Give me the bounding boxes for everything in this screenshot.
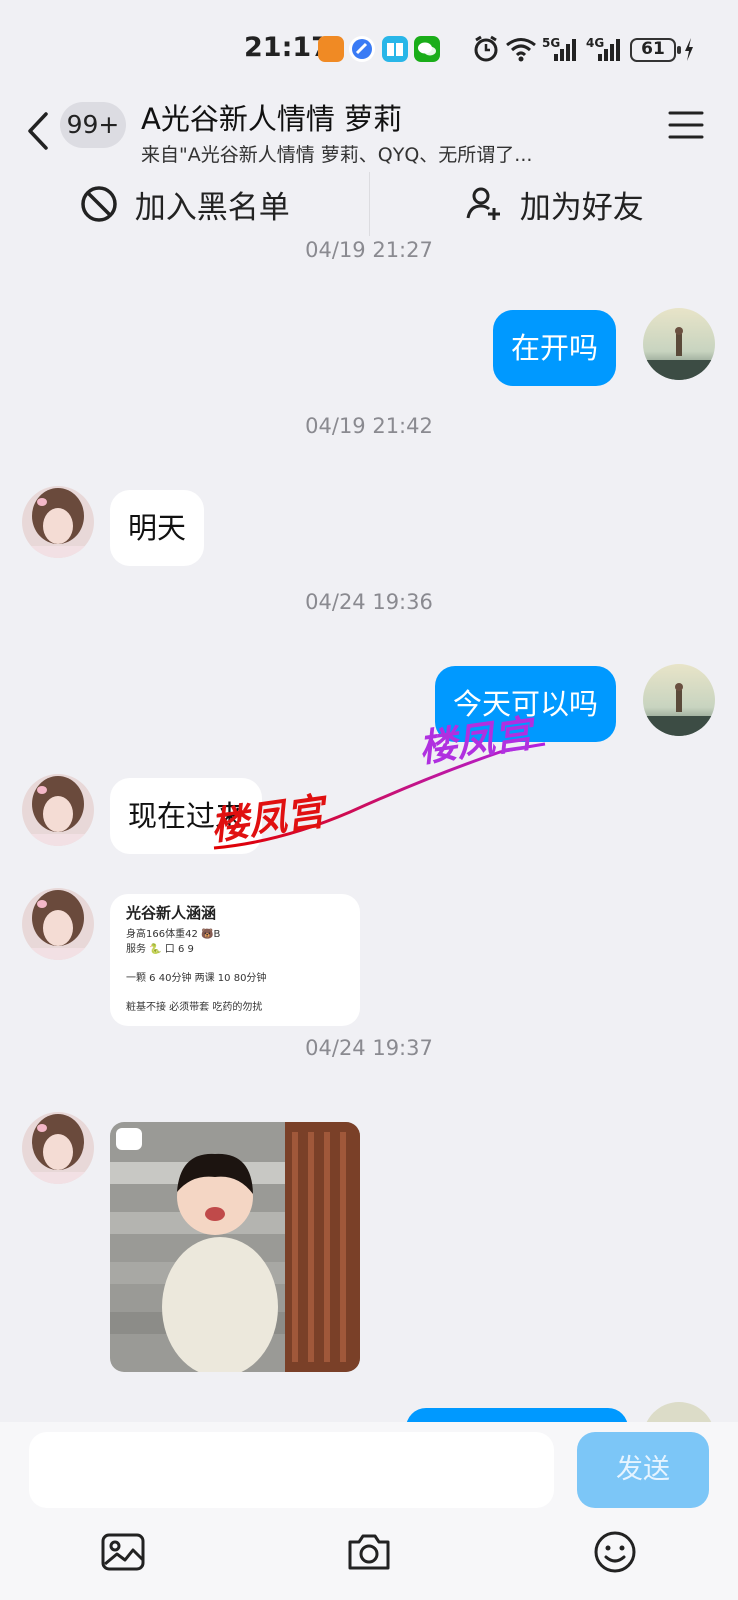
page-title: A光谷新人情情 萝莉 [141, 102, 403, 136]
stranger-action-bar: 加入黑名单 加为好友 [0, 172, 738, 236]
chat-message-list[interactable]: 04/19 21:27 在开吗 04/19 21:42 明天 04/24 19:… [0, 236, 738, 1422]
message-timestamp: 04/19 21:27 [305, 238, 433, 262]
contact-avatar[interactable] [22, 1112, 94, 1184]
battery-indicator: 61 [630, 38, 681, 62]
my-avatar[interactable] [643, 308, 715, 380]
message-input[interactable] [29, 1432, 554, 1508]
chevron-left-icon[interactable] [24, 108, 54, 154]
unread-badge[interactable]: 99+ [60, 102, 126, 148]
camera-icon[interactable] [345, 1528, 393, 1576]
wechat-notification-icon [414, 36, 440, 62]
contact-avatar[interactable] [22, 486, 94, 558]
emoji-icon[interactable] [591, 1528, 639, 1576]
app-notification-icon [318, 36, 344, 62]
photo-message[interactable] [110, 1122, 360, 1372]
card-line: 粧基不接 必须带套 吃药的勿扰 [126, 1002, 263, 1013]
charging-icon [685, 38, 693, 61]
message-bubble-sent-partial[interactable] [406, 1408, 628, 1422]
add-user-icon [466, 187, 500, 220]
alarm-icon [474, 35, 498, 62]
signal-4g-icon [598, 39, 620, 61]
send-button[interactable]: 发送 [577, 1432, 709, 1508]
my-avatar[interactable] [643, 1402, 715, 1422]
message-timestamp: 04/19 21:42 [305, 414, 433, 438]
add-friend-button-label: 加为好友 [519, 189, 644, 226]
card-line: 服务 🐍 口 6 9 [126, 944, 194, 955]
block-button-label: 加入黑名单 [134, 189, 290, 226]
chat-source-subtitle: 来自"A光谷新人情情 萝莉、QYQ、无所谓了... [141, 144, 533, 166]
image-icon[interactable] [99, 1528, 147, 1576]
chat-header: 99+ A光谷新人情情 萝莉 来自"A光谷新人情情 萝莉、QYQ、无所谓了... [0, 92, 738, 172]
add-friend-button[interactable]: 加为好友 [370, 172, 738, 236]
card-line: 一颗 6 40分钟 两课 10 80分钟 [126, 973, 267, 984]
my-avatar[interactable] [643, 664, 715, 736]
browser-notification-icon [349, 36, 375, 62]
message-timestamp: 04/24 19:36 [305, 590, 433, 614]
block-button[interactable]: 加入黑名单 [0, 172, 369, 236]
reader-notification-icon [382, 36, 408, 62]
card-line: 身高166体重42 🐻B [126, 929, 221, 940]
card-title: 光谷新人涵涵 [126, 904, 217, 922]
contact-avatar[interactable] [22, 774, 94, 846]
wifi-icon [506, 38, 536, 62]
hamburger-menu-icon[interactable] [668, 110, 704, 140]
message-bubble-sent[interactable]: 在开吗 [492, 310, 616, 386]
input-bar: 发送 [0, 1422, 738, 1600]
signal-5g-icon [554, 39, 576, 61]
image-message-card[interactable]: 光谷新人涵涵 身高166体重42 🐻B 服务 🐍 口 6 9 一颗 6 40分钟… [110, 894, 360, 1026]
block-icon [81, 186, 117, 222]
message-bubble-received[interactable]: 明天 [110, 490, 205, 566]
message-timestamp: 04/24 19:37 [305, 1036, 433, 1060]
status-bar: 21:17 5G 4G 61 [0, 0, 738, 92]
contact-avatar[interactable] [22, 888, 94, 960]
